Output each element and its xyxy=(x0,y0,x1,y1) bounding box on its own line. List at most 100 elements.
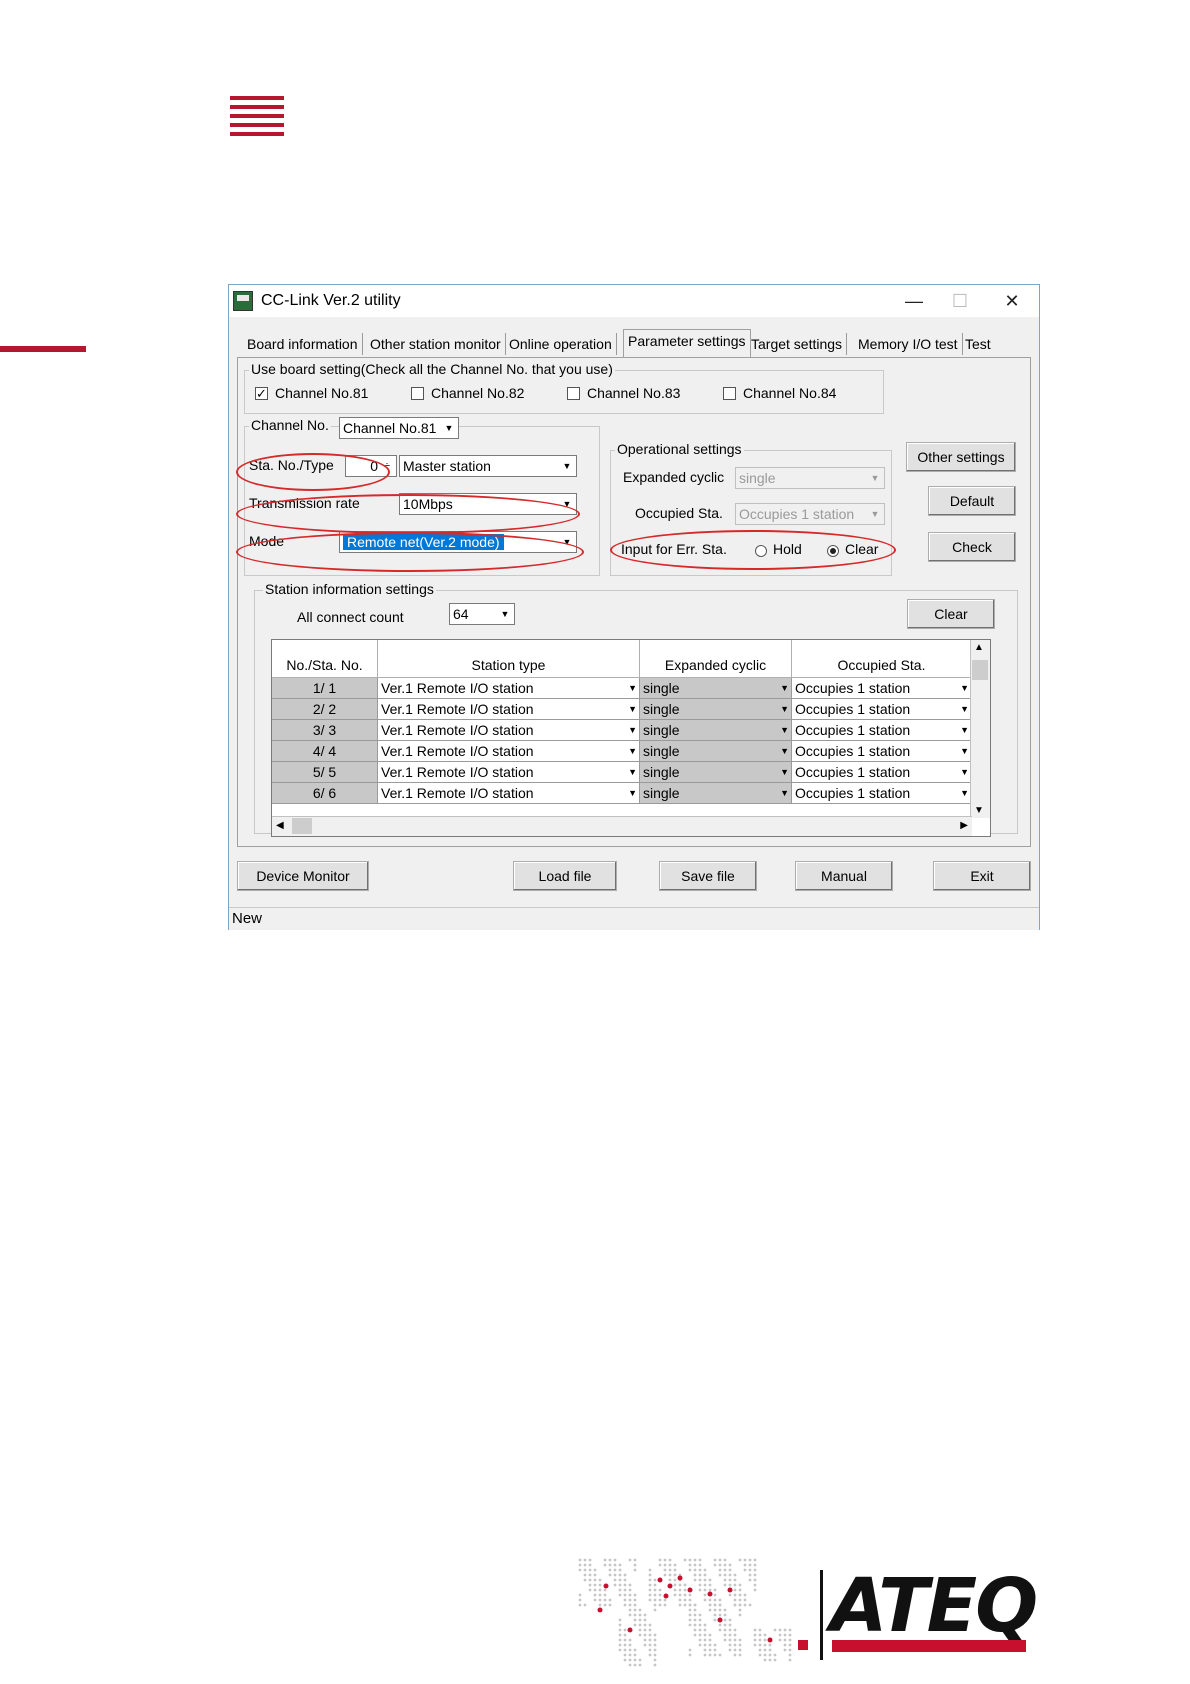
load-file-button[interactable]: Load file xyxy=(513,861,617,891)
chevron-down-icon[interactable]: ▼ xyxy=(780,783,789,803)
scroll-thumb[interactable] xyxy=(972,660,988,680)
operational-settings-group: Operational settings Expanded cyclic sin… xyxy=(610,441,892,576)
chevron-down-icon[interactable]: ▼ xyxy=(960,741,969,761)
tab-other-station-monitor[interactable]: Other station monitor xyxy=(366,333,506,355)
menu-icon[interactable] xyxy=(230,96,284,136)
exit-button[interactable]: Exit xyxy=(933,861,1031,891)
scroll-up-icon[interactable]: ▲ xyxy=(974,642,984,653)
chevron-down-icon[interactable]: ▼ xyxy=(960,783,969,803)
channel-82-checkbox[interactable] xyxy=(411,387,424,400)
chevron-down-icon[interactable]: ▼ xyxy=(628,678,637,698)
table-cell-type[interactable]: Ver.1 Remote I/O station ▼ xyxy=(378,783,640,804)
table-cell-cyclic[interactable]: single ▼ xyxy=(640,741,792,762)
table-row[interactable]: 1/ 1 Ver.1 Remote I/O station ▼ single ▼ Occu… xyxy=(272,678,972,699)
table-row[interactable]: 2/ 2 Ver.1 Remote I/O station ▼ single ▼ Occu… xyxy=(272,699,972,720)
chevron-down-icon[interactable]: ▼ xyxy=(780,678,789,698)
table-cell-cyclic[interactable]: single ▼ xyxy=(640,678,792,699)
chevron-down-icon[interactable]: ▼ xyxy=(780,720,789,740)
channel-select[interactable]: Channel No.81 ▼ xyxy=(339,417,459,439)
hold-radio[interactable] xyxy=(755,545,767,557)
table-cell-cyclic[interactable]: single ▼ xyxy=(640,720,792,741)
tab-memory-io-test[interactable]: Memory I/O test xyxy=(854,333,963,355)
maximize-button[interactable]: ☐ xyxy=(937,287,983,315)
station-type-value: Master station xyxy=(403,458,491,474)
table-cell-occupied[interactable]: Occupies 1 station ▼ xyxy=(792,741,972,762)
world-map-logo xyxy=(578,1558,792,1667)
cell-text: Occupies 1 station xyxy=(795,785,911,801)
transmission-rate-select[interactable]: 10Mbps ▼ xyxy=(399,493,577,515)
table-cell-occupied[interactable]: Occupies 1 station ▼ xyxy=(792,678,972,699)
table-cell-occupied[interactable]: Occupies 1 station ▼ xyxy=(792,783,972,804)
scroll-down-icon[interactable]: ▼ xyxy=(974,805,984,816)
table-cell-cyclic[interactable]: single ▼ xyxy=(640,783,792,804)
clear-button[interactable]: Clear xyxy=(907,599,995,629)
tab-online-operation[interactable]: Online operation xyxy=(505,333,617,355)
table-cell-occupied[interactable]: Occupies 1 station ▼ xyxy=(792,720,972,741)
minimize-button[interactable]: — xyxy=(891,287,937,315)
chevron-down-icon[interactable]: ▼ xyxy=(780,741,789,761)
chevron-down-icon: ▼ xyxy=(562,461,572,471)
table-row[interactable]: 3/ 3 Ver.1 Remote I/O station ▼ single ▼ Occu… xyxy=(272,720,972,741)
tab-board-information[interactable]: Board information xyxy=(243,333,363,355)
device-monitor-button[interactable]: Device Monitor xyxy=(237,861,369,891)
table-row[interactable]: 4/ 4 Ver.1 Remote I/O station ▼ single ▼ Occu… xyxy=(272,741,972,762)
chevron-down-icon: ▼ xyxy=(444,423,454,433)
cell-text: Ver.1 Remote I/O station xyxy=(381,680,534,696)
horizontal-scrollbar[interactable]: ◀ ▶ xyxy=(272,816,972,836)
occupied-sta-select[interactable]: Occupies 1 station ▼ xyxy=(735,503,885,525)
other-settings-button[interactable]: Other settings xyxy=(906,442,1016,472)
channel-83-checkbox[interactable] xyxy=(567,387,580,400)
vertical-scrollbar[interactable]: ▲ ▼ xyxy=(970,640,990,818)
scroll-left-icon[interactable]: ◀ xyxy=(276,820,284,831)
tab-parameter-settings[interactable]: Parameter settings xyxy=(623,329,751,357)
all-connect-count-label: All connect count xyxy=(297,609,404,625)
table-cell-type[interactable]: Ver.1 Remote I/O station ▼ xyxy=(378,678,640,699)
mode-select[interactable]: Remote net(Ver.2 mode) ▼ xyxy=(339,531,577,553)
chevron-down-icon[interactable]: ▼ xyxy=(628,720,637,740)
table-cell-type[interactable]: Ver.1 Remote I/O station ▼ xyxy=(378,762,640,783)
channel-81-checkbox[interactable]: ✓ xyxy=(255,387,268,400)
chevron-down-icon[interactable]: ▼ xyxy=(780,762,789,782)
table-cell-cyclic[interactable]: single ▼ xyxy=(640,762,792,783)
tab-target-settings[interactable]: Target settings xyxy=(747,333,848,355)
clear-radio[interactable] xyxy=(827,545,839,557)
scroll-right-icon[interactable]: ▶ xyxy=(960,820,968,831)
table-row[interactable]: 5/ 5 Ver.1 Remote I/O station ▼ single ▼ Occu… xyxy=(272,762,972,783)
close-button[interactable]: ✕ xyxy=(989,287,1035,315)
manual-button[interactable]: Manual xyxy=(795,861,893,891)
chevron-down-icon[interactable]: ▼ xyxy=(628,741,637,761)
chevron-down-icon[interactable]: ▼ xyxy=(960,762,969,782)
table-cell-no: 3/ 3 xyxy=(272,720,378,741)
chevron-down-icon[interactable]: ▼ xyxy=(960,699,969,719)
chevron-down-icon[interactable]: ▼ xyxy=(628,699,637,719)
spin-arrows-icon[interactable]: ÷ xyxy=(378,456,396,476)
table-cell-type[interactable]: Ver.1 Remote I/O station ▼ xyxy=(378,741,640,762)
table-cell-occupied[interactable]: Occupies 1 station ▼ xyxy=(792,699,972,720)
save-file-button[interactable]: Save file xyxy=(659,861,757,891)
chevron-down-icon[interactable]: ▼ xyxy=(628,783,637,803)
default-button[interactable]: Default xyxy=(928,486,1016,516)
chevron-down-icon[interactable]: ▼ xyxy=(960,678,969,698)
board-setting-group: Use board setting(Check all the Channel … xyxy=(244,361,884,414)
channel-84-checkbox[interactable] xyxy=(723,387,736,400)
check-button[interactable]: Check xyxy=(928,532,1016,562)
expanded-cyclic-select[interactable]: single ▼ xyxy=(735,467,885,489)
table-cell-type[interactable]: Ver.1 Remote I/O station ▼ xyxy=(378,699,640,720)
table-cell-cyclic[interactable]: single ▼ xyxy=(640,699,792,720)
scroll-thumb-h[interactable] xyxy=(292,818,312,834)
cell-text: Ver.1 Remote I/O station xyxy=(381,701,534,717)
station-type-select[interactable]: Master station ▼ xyxy=(399,455,577,477)
tab-test[interactable]: Test xyxy=(961,333,995,355)
table-cell-type[interactable]: Ver.1 Remote I/O station ▼ xyxy=(378,720,640,741)
table-row[interactable]: 6/ 6 Ver.1 Remote I/O station ▼ single ▼ Occu… xyxy=(272,783,972,804)
column-header-station-type: Station type xyxy=(378,640,640,678)
chevron-down-icon[interactable]: ▼ xyxy=(628,762,637,782)
chevron-down-icon[interactable]: ▼ xyxy=(960,720,969,740)
table-cell-occupied[interactable]: Occupies 1 station ▼ xyxy=(792,762,972,783)
cell-text: 4/ 4 xyxy=(312,743,337,759)
operational-settings-label: Operational settings xyxy=(615,441,744,457)
sta-no-stepper[interactable]: 0 ÷ xyxy=(345,455,397,477)
station-table: No./Sta. No. Station type Expanded cycli… xyxy=(271,639,991,837)
connect-count-select[interactable]: 64 ▼ xyxy=(449,603,515,625)
chevron-down-icon[interactable]: ▼ xyxy=(780,699,789,719)
